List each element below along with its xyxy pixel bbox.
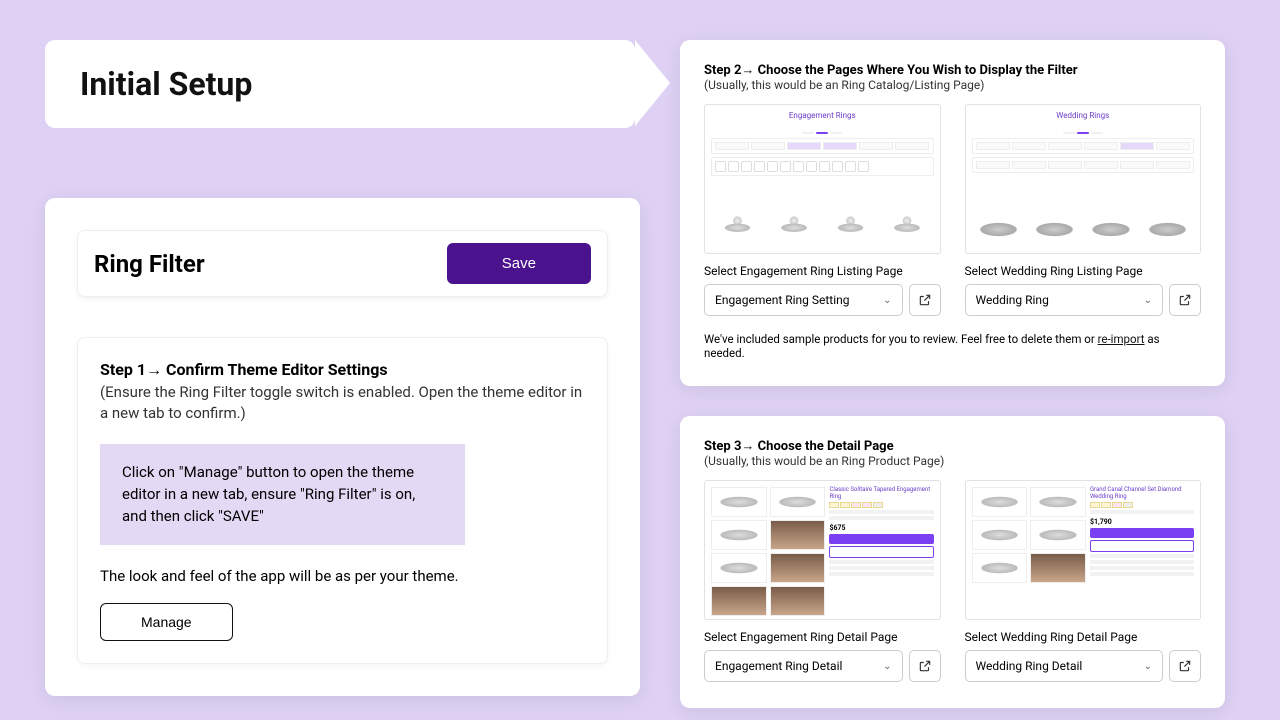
sample-note: We've included sample products for you t…	[704, 332, 1201, 360]
open-wedding-detail-button[interactable]	[1169, 650, 1201, 682]
step1-sub: (Ensure the Ring Filter toggle switch is…	[100, 382, 585, 424]
chevron-down-icon: ⌄	[1144, 661, 1152, 672]
step3-sub: (Usually, this would be an Ring Product …	[704, 454, 1201, 468]
step2-right-col: Wedding Rings Select Wedding Ring Listin…	[965, 104, 1202, 316]
open-engagement-detail-button[interactable]	[909, 650, 941, 682]
wedding-listing-select[interactable]: Wedding Ring ⌄	[965, 284, 1164, 316]
external-link-icon	[1178, 659, 1192, 673]
step1-card: Step 1→ Confirm Theme Editor Settings (E…	[77, 337, 608, 664]
wedding-detail-mock: Grand Canal Channel Set Diamond Wedding …	[965, 480, 1202, 620]
wedding-detail-label: Select Wedding Ring Detail Page	[965, 630, 1202, 644]
chevron-down-icon: ⌄	[883, 295, 891, 306]
chevron-down-icon: ⌄	[883, 661, 891, 672]
step1-heading: Step 1→ Confirm Theme Editor Settings	[100, 360, 585, 380]
engagement-listing-label: Select Engagement Ring Listing Page	[704, 264, 941, 278]
panel-header: Ring Filter Save	[77, 230, 608, 297]
external-link-icon	[918, 293, 932, 307]
step2-panel: Step 2→ Choose the Pages Where You Wish …	[680, 40, 1225, 386]
external-link-icon	[1178, 293, 1192, 307]
step3-left-col: Classic Solitaire Tapered Engagement Rin…	[704, 480, 941, 682]
reimport-link[interactable]: re-import	[1098, 332, 1145, 346]
step3-right-col: Grand Canal Channel Set Diamond Wedding …	[965, 480, 1202, 682]
step2-heading: Step 2→ Choose the Pages Where You Wish …	[704, 62, 1201, 78]
engagement-listing-mock: Engagement Rings	[704, 104, 941, 254]
panel-title: Ring Filter	[94, 250, 205, 278]
step3-panel: Step 3→ Choose the Detail Page (Usually,…	[680, 416, 1225, 708]
step1-note: The look and feel of the app will be as …	[100, 567, 585, 585]
engagement-detail-label: Select Engagement Ring Detail Page	[704, 630, 941, 644]
external-link-icon	[918, 659, 932, 673]
engagement-listing-select[interactable]: Engagement Ring Setting ⌄	[704, 284, 903, 316]
wedding-listing-label: Select Wedding Ring Listing Page	[965, 264, 1202, 278]
manage-button[interactable]: Manage	[100, 603, 233, 641]
step3-heading: Step 3→ Choose the Detail Page	[704, 438, 1201, 454]
engagement-detail-select[interactable]: Engagement Ring Detail ⌄	[704, 650, 903, 682]
wedding-listing-mock: Wedding Rings	[965, 104, 1202, 254]
step2-sub: (Usually, this would be an Ring Catalog/…	[704, 78, 1201, 92]
page-title-card: Initial Setup	[45, 40, 635, 128]
chevron-down-icon: ⌄	[1144, 295, 1152, 306]
open-engagement-listing-button[interactable]	[909, 284, 941, 316]
open-wedding-listing-button[interactable]	[1169, 284, 1201, 316]
ring-filter-panel: Ring Filter Save Step 1→ Confirm Theme E…	[45, 198, 640, 696]
wedding-detail-select[interactable]: Wedding Ring Detail ⌄	[965, 650, 1164, 682]
save-button[interactable]: Save	[447, 243, 591, 284]
engagement-detail-mock: Classic Solitaire Tapered Engagement Rin…	[704, 480, 941, 620]
step2-left-col: Engagement Rings Select Engagement Ring …	[704, 104, 941, 316]
step1-info: Click on "Manage" button to open the the…	[100, 444, 465, 545]
page-title: Initial Setup	[80, 65, 600, 103]
